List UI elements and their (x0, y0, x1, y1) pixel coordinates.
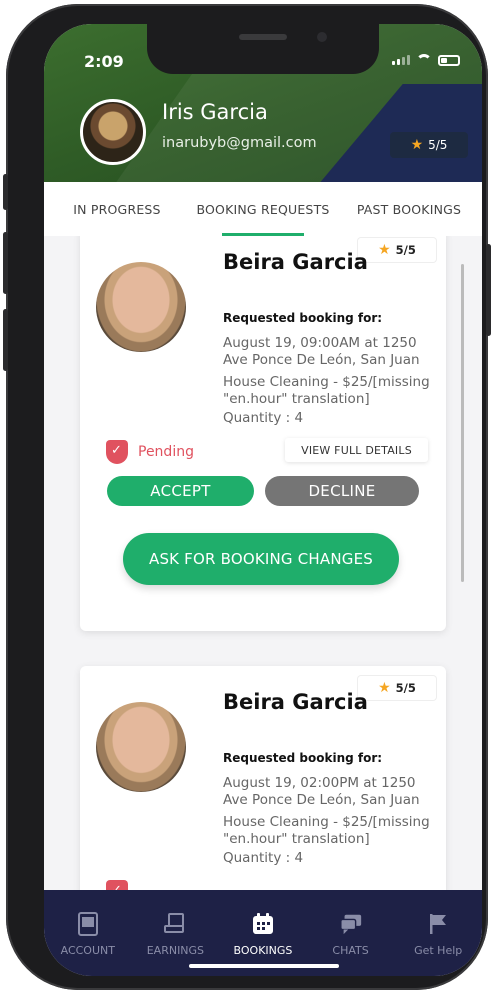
nav-label: CHATS (332, 944, 369, 957)
booking-datetime: August 19, 02:00PM at 1250 Ave Ponce De … (223, 775, 420, 808)
booking-list[interactable]: ★ 5/5 Beira Garcia Requested booking for… (44, 236, 482, 896)
profile-avatar[interactable] (80, 99, 146, 165)
status-icons (392, 54, 460, 66)
client-name: Beira Garcia (223, 690, 368, 714)
requested-label: Requested booking for: (223, 751, 383, 765)
home-indicator[interactable] (189, 964, 339, 968)
booking-service: House Cleaning - $25/[missing "en.hour" … (223, 374, 430, 407)
nav-label: Get Help (414, 944, 463, 957)
tab-past-bookings[interactable]: PAST BOOKINGS (336, 182, 482, 236)
nav-label: BOOKINGS (233, 944, 293, 957)
profile-rating-value: 5/5 (428, 138, 448, 152)
app-screen: 2:09 Iris Garcia inarubyb@gmail.com ★ 5/… (44, 24, 482, 976)
status-text: Pending (138, 444, 194, 460)
rating-value: 5/5 (395, 243, 416, 257)
rating-badge: ★ 5/5 (358, 676, 436, 700)
profile-rating: ★ 5/5 (390, 132, 468, 158)
booking-card: ★ 5/5 Beira Garcia Requested booking for… (80, 666, 446, 896)
booking-card: ★ 5/5 Beira Garcia Requested booking for… (80, 236, 446, 631)
rating-badge: ★ 5/5 (358, 238, 436, 262)
booking-tabs: IN PROGRESS BOOKING REQUESTS PAST BOOKIN… (44, 182, 482, 236)
power-button (486, 244, 491, 336)
chat-icon (339, 912, 363, 936)
status-time: 2:09 (84, 52, 124, 71)
nav-label: EARNINGS (146, 944, 205, 957)
earnings-icon (163, 912, 187, 936)
requested-label: Requested booking for: (223, 311, 383, 325)
tab-booking-requests[interactable]: BOOKING REQUESTS (190, 182, 336, 236)
booking-service: House Cleaning - $25/[missing "en.hour" … (223, 814, 430, 847)
rating-value: 5/5 (395, 681, 416, 695)
booking-datetime: August 19, 09:00AM at 1250 Ave Ponce De … (223, 335, 420, 368)
mute-switch (3, 174, 8, 210)
ask-for-booking-changes-button[interactable]: ASK FOR BOOKING CHANGES (123, 533, 399, 585)
nav-get-help[interactable]: Get Help (394, 890, 482, 976)
accept-button[interactable]: ACCEPT (107, 476, 254, 506)
battery-icon (438, 54, 460, 66)
notch (147, 24, 379, 74)
client-avatar (96, 262, 186, 352)
camera (317, 32, 327, 42)
account-icon (76, 912, 100, 936)
flag-icon (426, 912, 450, 936)
booking-quantity: Quantity : 4 (223, 850, 304, 866)
client-name: Beira Garcia (223, 250, 368, 274)
scrollbar[interactable] (461, 264, 464, 582)
nav-account[interactable]: ACCOUNT (44, 890, 132, 976)
client-avatar (96, 702, 186, 792)
star-icon: ★ (378, 680, 391, 696)
volume-down-button (3, 309, 8, 371)
view-full-details-button[interactable]: VIEW FULL DETAILS (285, 438, 428, 462)
nav-label: ACCOUNT (60, 944, 115, 957)
tab-in-progress[interactable]: IN PROGRESS (44, 182, 190, 236)
wifi-icon (416, 54, 432, 66)
shield-check-icon (106, 440, 128, 464)
profile-name: Iris Garcia (162, 100, 268, 124)
profile-email: inarubyb@gmail.com (162, 135, 317, 151)
speaker (239, 34, 287, 40)
status-badge: Pending (106, 440, 194, 464)
calendar-icon (251, 912, 275, 936)
star-icon: ★ (378, 242, 391, 258)
signal-icon (392, 55, 410, 65)
booking-quantity: Quantity : 4 (223, 410, 304, 426)
phone-frame: 2:09 Iris Garcia inarubyb@gmail.com ★ 5/… (3, 4, 491, 990)
decline-button[interactable]: DECLINE (265, 476, 419, 506)
star-icon: ★ (410, 137, 424, 153)
volume-up-button (3, 232, 8, 294)
